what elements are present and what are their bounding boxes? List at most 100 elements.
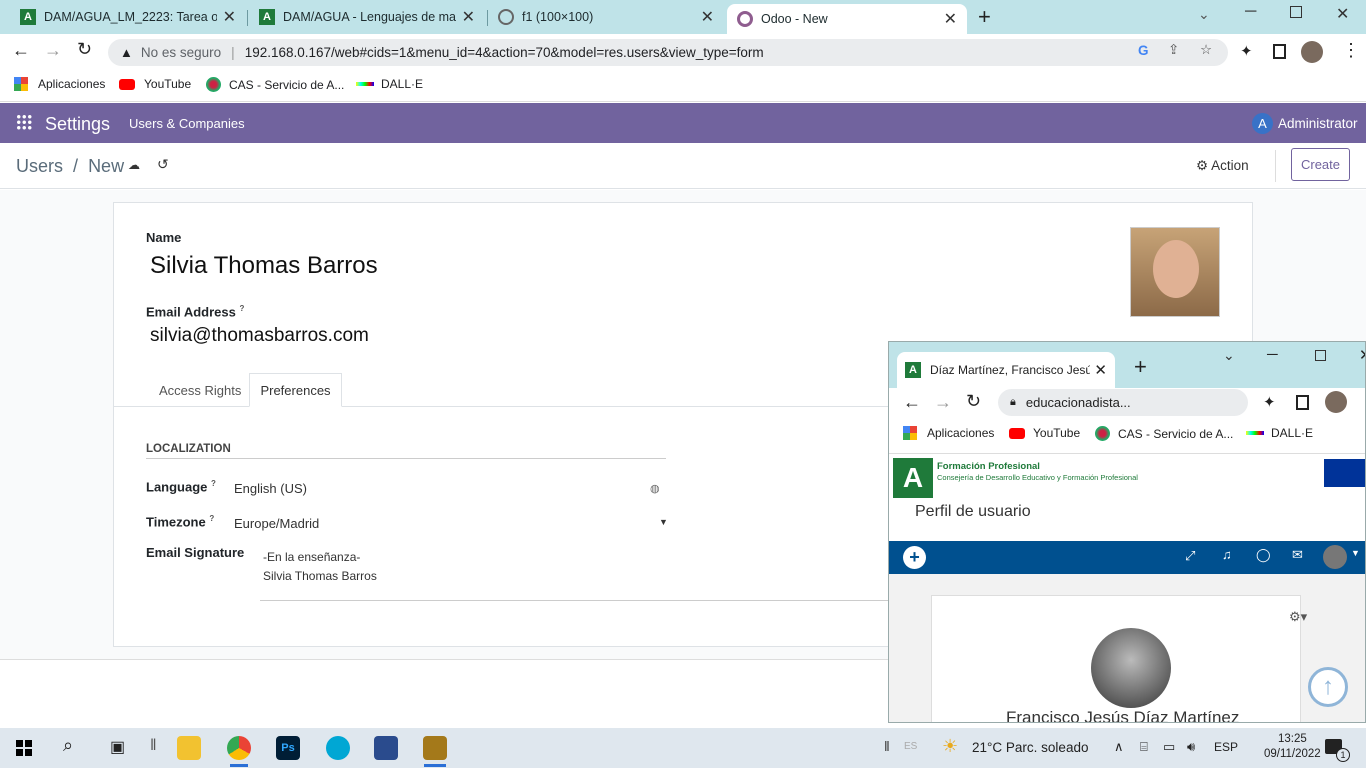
windows-start-icon[interactable] — [16, 740, 32, 756]
display-icon[interactable]: ▭ — [1163, 739, 1175, 755]
app-title[interactable]: Settings — [45, 114, 110, 135]
network-icon[interactable]: ⌸ — [1140, 739, 1148, 755]
popup-bookmark-youtube[interactable]: YouTube — [1009, 426, 1080, 440]
browser-tab-f1[interactable]: f1 (100×100) ✕ — [488, 0, 724, 34]
new-tab-icon[interactable]: + — [1134, 354, 1147, 380]
tab-search-icon[interactable]: ⌄ — [1223, 347, 1235, 364]
browser-tab-dam-tarea[interactable]: A DAM/AGUA_LM_2223: Tarea onlin ✕ — [10, 0, 246, 34]
app-icon[interactable] — [423, 736, 447, 760]
share-icon[interactable]: ⇪ — [1168, 42, 1179, 58]
mail-icon[interactable]: ✉ — [1292, 547, 1303, 563]
bookmark-apps[interactable]: Aplicaciones — [14, 77, 105, 91]
close-tab-icon[interactable]: ✕ — [944, 9, 957, 29]
file-explorer-icon[interactable] — [177, 736, 201, 760]
popup-address-bar[interactable]: 🔒︎ educacionadista... — [998, 389, 1248, 416]
minimize-icon[interactable]: ─ — [1245, 3, 1256, 21]
timezone-select[interactable]: Europe/Madrid — [234, 516, 319, 531]
close-tab-icon[interactable]: ✕ — [223, 7, 236, 27]
new-tab-icon[interactable]: + — [978, 4, 991, 30]
task-view-icon[interactable]: ▣ — [110, 737, 125, 757]
google-icon[interactable]: G — [1138, 43, 1149, 58]
odoo-navbar: Settings Users & Companies A Administrat… — [0, 103, 1366, 143]
extensions-icon[interactable]: ✦ — [1263, 393, 1276, 411]
reload-icon[interactable]: ↻ — [77, 39, 92, 60]
clock[interactable]: 13:25 09/11/2022 — [1264, 732, 1321, 762]
user-photo[interactable] — [1130, 227, 1220, 317]
bookmark-dalle[interactable]: DALL·E — [356, 77, 423, 91]
discard-icon[interactable]: ↺ — [157, 156, 169, 173]
search-icon[interactable]: ⌕ — [63, 735, 73, 756]
breadcrumb-current: New — [88, 156, 125, 176]
popup-tab[interactable]: A Díaz Martínez, Francisco Jesús ✕ — [897, 352, 1115, 388]
chevron-down-icon[interactable]: ▼ — [1351, 548, 1360, 558]
dropdown-caret-icon[interactable]: ▼ — [659, 517, 668, 527]
bookmark-youtube[interactable]: YouTube — [119, 77, 191, 91]
address-bar[interactable]: ▲ No es seguro | 192.168.0.167/web#cids=… — [108, 39, 1228, 66]
tab-preferences[interactable]: Preferences — [249, 373, 342, 407]
scroll-top-button[interactable]: ↑ — [1308, 667, 1348, 707]
tab-access-rights[interactable]: Access Rights — [159, 383, 241, 398]
bell-icon[interactable]: ♫ — [1222, 547, 1232, 562]
language-field[interactable]: English (US) — [234, 481, 307, 496]
back-icon[interactable]: ← — [903, 392, 921, 413]
action-button[interactable]: ⚙ Action — [1196, 158, 1249, 174]
close-tab-icon[interactable]: ✕ — [462, 7, 475, 27]
close-window-icon[interactable]: ✕ — [1336, 4, 1349, 24]
fullscreen-icon[interactable]: ⤢ — [1185, 548, 1195, 564]
timezone-label: Timezone ? — [146, 514, 215, 530]
name-field[interactable]: Silvia Thomas Barros — [150, 252, 378, 280]
minimize-icon[interactable]: ─ — [1267, 346, 1278, 363]
back-icon[interactable]: ← — [12, 40, 30, 61]
chrome-icon[interactable] — [227, 736, 251, 760]
save-cloud-icon[interactable]: ☁ — [128, 158, 140, 172]
user-menu[interactable]: Administrator — [1278, 116, 1358, 131]
gear-icon[interactable]: ⚙▾ — [1289, 609, 1307, 625]
widgets-icon[interactable]: ‖ — [150, 737, 157, 755]
email-field[interactable]: silvia@thomasbarros.com — [150, 325, 369, 347]
popup-bookmark-cas[interactable]: CAS - Servicio de A... — [1095, 426, 1233, 441]
photoshop-icon[interactable]: Ps — [276, 736, 300, 760]
close-window-icon[interactable]: ✕ — [1359, 346, 1365, 364]
close-tab-icon[interactable]: ✕ — [701, 7, 714, 27]
ccleaner-icon[interactable] — [326, 736, 350, 760]
add-icon[interactable]: + — [903, 546, 926, 569]
org-title: Formación Profesional — [937, 461, 1040, 472]
menu-dots-icon[interactable]: ⋮ — [1342, 40, 1360, 61]
profile-avatar[interactable] — [1301, 41, 1323, 63]
youtube-icon — [1009, 427, 1025, 439]
menu-users-companies[interactable]: Users & Companies — [129, 116, 245, 131]
popup-bookmark-apps[interactable]: Aplicaciones — [903, 426, 994, 440]
globe-icon — [498, 9, 514, 25]
chat-icon[interactable]: ◯ — [1256, 547, 1271, 563]
create-button[interactable]: Create — [1291, 148, 1350, 181]
virtualbox-icon[interactable] — [374, 736, 398, 760]
browser-tab-dam-lenguajes[interactable]: A DAM/AGUA - Lenguajes de marc ✕ — [249, 0, 485, 34]
bookmark-cas[interactable]: CAS - Servicio de A... — [206, 77, 344, 92]
chevron-up-icon[interactable]: ∧ — [1114, 739, 1124, 755]
input-language[interactable]: ESP — [1214, 740, 1238, 754]
popup-bookmark-dalle[interactable]: DALL·E — [1246, 426, 1313, 440]
bookmark-star-icon[interactable]: ☆ — [1200, 42, 1212, 58]
restore-icon[interactable] — [1290, 6, 1302, 18]
profile-avatar[interactable] — [1325, 391, 1347, 413]
extensions-icon[interactable]: ✦ — [1240, 42, 1253, 60]
tab-search-icon[interactable]: ⌄ — [1198, 6, 1210, 23]
maximize-icon[interactable] — [1315, 350, 1326, 361]
profile-avatar[interactable] — [1323, 545, 1347, 569]
breadcrumb-users[interactable]: Users — [16, 156, 63, 176]
side-panel-icon[interactable] — [1296, 395, 1309, 410]
language-globe-icon[interactable]: ◍ — [650, 482, 660, 495]
forward-icon[interactable]: → — [44, 40, 62, 61]
dalle-icon — [1246, 431, 1264, 435]
signature-editor[interactable]: -En la enseñanza- Silvia Thomas Barros — [263, 548, 377, 586]
volume-icon[interactable]: 🔊︎ — [1187, 739, 1195, 755]
divider: ‖ — [884, 738, 890, 754]
browser-tab-odoo-new[interactable]: Odoo - New ✕ — [727, 4, 967, 34]
weather-text[interactable]: 21°C Parc. soleado — [972, 740, 1088, 755]
side-panel-icon[interactable] — [1273, 44, 1286, 59]
reload-icon[interactable]: ↻ — [966, 391, 981, 412]
user-avatar[interactable]: A — [1252, 113, 1273, 134]
forward-icon[interactable]: → — [934, 392, 952, 413]
close-tab-icon[interactable]: ✕ — [1094, 361, 1107, 379]
app-menu-grid-icon[interactable] — [16, 114, 32, 130]
